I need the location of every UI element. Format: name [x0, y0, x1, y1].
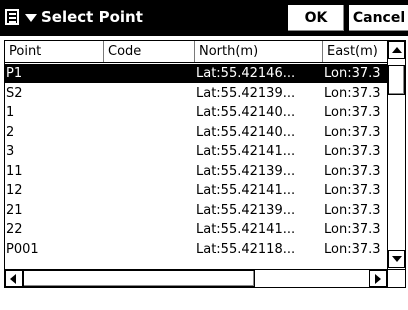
vertical-scrollbar[interactable]: [387, 41, 405, 269]
cell-point: S2: [6, 85, 23, 101]
table-body: P1 Lat:55.42146... Lon:37.3 S2 Lat:55.42139.…: [5, 64, 387, 268]
cell-north: Lat:55.42139...: [196, 202, 296, 218]
cell-point: 11: [6, 163, 23, 179]
scrollbar-corner: [387, 269, 405, 287]
cell-code: [104, 162, 195, 181]
table-row[interactable]: P1 Lat:55.42146... Lon:37.3: [5, 64, 387, 83]
cell-east: Lon:37.3: [324, 202, 381, 218]
cell-point: 2: [6, 124, 15, 140]
cell-north: Lat:55.42141...: [196, 183, 296, 198]
vertical-scroll-thumb[interactable]: [388, 65, 405, 95]
cell-code: [104, 64, 195, 83]
column-header-row: Point Code North(m) East(m): [5, 41, 387, 63]
cell-code: [104, 103, 195, 122]
table-row[interactable]: 22 Lat:55.42141... Lon:37.3: [5, 220, 387, 239]
scroll-right-button[interactable]: [369, 270, 387, 287]
cell-point: 12: [6, 183, 23, 198]
cell-point: 3: [6, 144, 15, 159]
column-header-code[interactable]: Code: [104, 41, 195, 62]
cell-north: Lat:55.42140...: [196, 124, 296, 140]
cell-point: P001: [6, 241, 39, 257]
cell-east: Lon:37.3: [324, 124, 381, 140]
cell-east: Lon:37.3: [324, 222, 381, 237]
cell-north: Lat:55.42141...: [196, 222, 296, 237]
document-icon: [5, 9, 19, 25]
arrow-down-icon: [392, 256, 402, 262]
cell-point: 21: [6, 202, 23, 218]
cell-east: Lon:37.3: [324, 85, 381, 101]
cell-east: Lon:37.3: [324, 144, 381, 159]
dialog-title: Select Point: [41, 8, 143, 26]
scroll-up-button[interactable]: [388, 41, 405, 59]
ok-button[interactable]: OK: [287, 4, 345, 32]
cell-east: Lon:37.3: [324, 105, 381, 120]
cell-code: [104, 142, 195, 161]
cell-east: Lon:37.3: [324, 66, 381, 81]
column-header-north[interactable]: North(m): [195, 41, 323, 62]
table-row[interactable]: P001 Lat:55.42118... Lon:37.3: [5, 240, 387, 259]
cell-code: [104, 181, 195, 200]
cell-north: Lat:55.42140...: [196, 105, 296, 120]
title-bar: Select Point OK Cancel: [0, 0, 408, 36]
scroll-down-button[interactable]: [388, 250, 405, 268]
cell-north: Lat:55.42118...: [196, 241, 296, 257]
cancel-button[interactable]: Cancel: [348, 4, 408, 32]
cell-east: Lon:37.3: [324, 163, 381, 179]
cell-north: Lat:55.42146...: [196, 66, 296, 81]
document-menu-icon[interactable]: [2, 4, 24, 30]
cell-north: Lat:55.42139...: [196, 163, 296, 179]
horizontal-scroll-thumb[interactable]: [23, 270, 255, 287]
cell-north: Lat:55.42141...: [196, 144, 296, 159]
table-row[interactable]: S2 Lat:55.42139... Lon:37.3: [5, 84, 387, 103]
point-list[interactable]: Point Code North(m) East(m) P1 Lat:55.421…: [4, 40, 406, 288]
cell-point: 22: [6, 222, 23, 237]
column-header-point[interactable]: Point: [5, 41, 104, 62]
bottom-bar: [0, 292, 408, 310]
table-row[interactable]: 1 Lat:55.42140... Lon:37.3: [5, 103, 387, 122]
cell-north: Lat:55.42139...: [196, 85, 296, 101]
column-header-east[interactable]: East(m): [323, 41, 387, 62]
scroll-left-button[interactable]: [5, 270, 23, 287]
table-row[interactable]: 2 Lat:55.42140... Lon:37.3: [5, 123, 387, 142]
table-row[interactable]: 11 Lat:55.42139... Lon:37.3: [5, 162, 387, 181]
arrow-left-icon: [10, 274, 16, 284]
cell-east: Lon:37.3: [324, 183, 381, 198]
arrow-right-icon: [375, 274, 381, 284]
cell-code: [104, 84, 195, 103]
table-row[interactable]: 3 Lat:55.42141... Lon:37.3: [5, 142, 387, 161]
cell-code: [104, 220, 195, 239]
cell-code: [104, 123, 195, 142]
chevron-down-icon[interactable]: [25, 14, 37, 22]
horizontal-scrollbar[interactable]: [5, 269, 387, 287]
table-row[interactable]: 21 Lat:55.42139... Lon:37.3: [5, 201, 387, 220]
cell-code: [104, 201, 195, 220]
arrow-up-icon: [392, 47, 402, 53]
cell-code: [104, 240, 195, 259]
cell-east: Lon:37.3: [324, 241, 381, 257]
table-row[interactable]: 12 Lat:55.42141... Lon:37.3: [5, 181, 387, 200]
cell-point: P1: [6, 66, 23, 81]
cell-point: 1: [6, 105, 15, 120]
